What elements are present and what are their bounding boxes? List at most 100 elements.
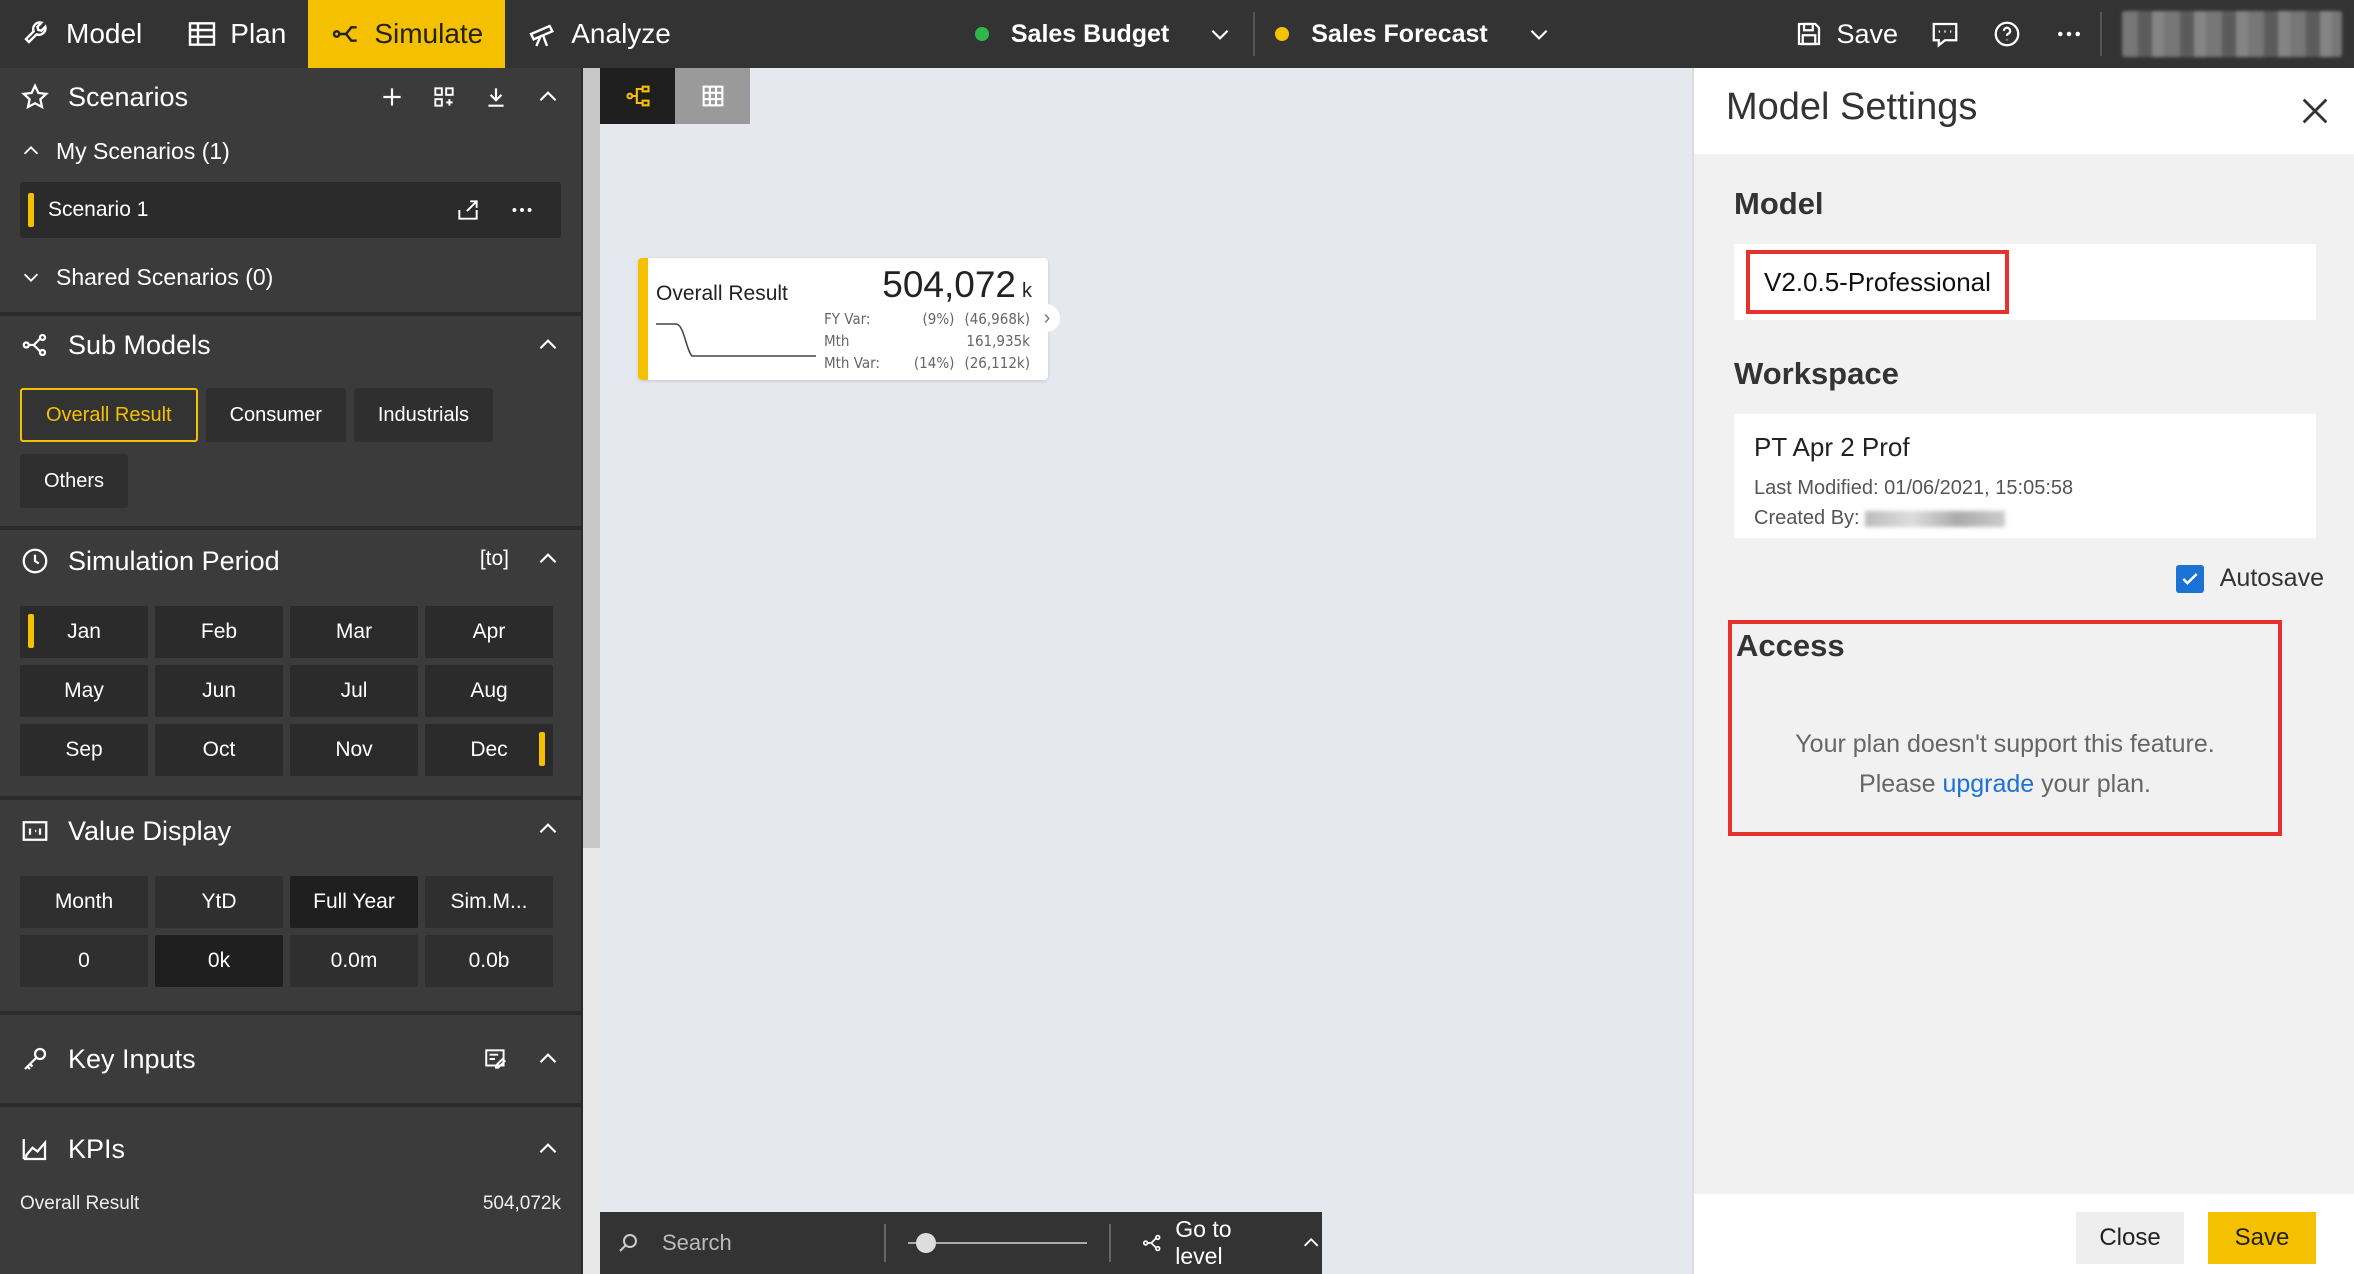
mode-month[interactable]: Month bbox=[20, 876, 148, 928]
chevron-up-icon[interactable] bbox=[535, 1046, 561, 1072]
month-cell[interactable]: Jul bbox=[290, 665, 418, 717]
kpi-node-card[interactable]: Overall Result 504,072 k FY Var: (9%) (46,9… bbox=[638, 258, 1060, 380]
period-end-marker[interactable] bbox=[539, 732, 545, 766]
compare-grid-icon[interactable] bbox=[431, 84, 457, 110]
submodels-header[interactable]: Sub Models bbox=[0, 316, 581, 374]
chevron-up-icon bbox=[1303, 1237, 1319, 1247]
mode-sim-month[interactable]: Sim.M... bbox=[425, 876, 553, 928]
search-icon bbox=[619, 1234, 637, 1252]
sidebar-scrollbar[interactable] bbox=[583, 68, 600, 848]
download-icon[interactable] bbox=[483, 84, 509, 110]
scenario-color-bar bbox=[28, 193, 34, 227]
left-sidebar: Scenarios My Scenarios (1) Scenario 1 Sh… bbox=[0, 68, 583, 1274]
stat-row: Mth Var: (14%) (26,112k) bbox=[824, 352, 1030, 374]
scenario-a-selector[interactable]: Sales Budget bbox=[955, 0, 1253, 68]
help-button[interactable] bbox=[1976, 19, 2038, 49]
stat-label: FY Var: bbox=[824, 310, 871, 328]
month-cell[interactable]: Apr bbox=[425, 606, 553, 658]
value-display-header[interactable]: Value Display bbox=[0, 800, 581, 862]
autosave-toggle[interactable]: Autosave bbox=[2175, 564, 2324, 593]
scenario-b-selector[interactable]: Sales Forecast bbox=[1255, 0, 1572, 68]
month-cell[interactable]: Jan bbox=[20, 606, 148, 658]
unit-millions[interactable]: 0.0m bbox=[290, 935, 418, 987]
month-cell[interactable]: Nov bbox=[290, 724, 418, 776]
kpi-row[interactable]: Overall Result 504,072k bbox=[0, 1191, 581, 1225]
kpis-header[interactable]: KPIs bbox=[0, 1107, 581, 1191]
sidebar-scrollbar-track bbox=[583, 848, 600, 1274]
month-cell[interactable]: Dec bbox=[425, 724, 553, 776]
unit-thousands[interactable]: 0k bbox=[155, 935, 283, 987]
submodel-chip-industrials[interactable]: Industrials bbox=[353, 388, 494, 442]
mode-ytd[interactable]: YtD bbox=[155, 876, 283, 928]
shared-scenarios-toggle[interactable]: Shared Scenarios (0) bbox=[0, 252, 581, 302]
simulation-period-header[interactable]: Simulation Period [to] bbox=[0, 530, 581, 592]
month-label: Nov bbox=[335, 738, 373, 761]
value-display-icon bbox=[22, 821, 48, 841]
submodel-chip-overall-result[interactable]: Overall Result bbox=[20, 388, 198, 442]
edit-list-icon[interactable] bbox=[483, 1046, 509, 1072]
month-cell[interactable]: Feb bbox=[155, 606, 283, 658]
period-start-marker[interactable] bbox=[28, 614, 34, 648]
chevron-up-icon[interactable] bbox=[535, 816, 561, 842]
model-canvas[interactable]: Overall Result 504,072 k FY Var: (9%) (46,9… bbox=[600, 68, 1692, 1274]
scenarios-title: Scenarios bbox=[68, 81, 189, 112]
tab-simulate[interactable]: Simulate bbox=[308, 0, 506, 68]
month-cell[interactable]: Oct bbox=[155, 724, 283, 776]
ellipsis-icon[interactable] bbox=[509, 197, 535, 223]
chevron-up-icon[interactable] bbox=[535, 84, 561, 110]
scenario-item[interactable]: Scenario 1 bbox=[20, 182, 561, 238]
tree-view-button[interactable] bbox=[600, 68, 675, 124]
close-button[interactable]: Close bbox=[2076, 1212, 2184, 1264]
month-cell[interactable]: Mar bbox=[290, 606, 418, 658]
grid-view-icon bbox=[702, 85, 723, 107]
chevron-up-icon[interactable] bbox=[535, 332, 561, 358]
scenarios-header[interactable]: Scenarios bbox=[0, 68, 581, 126]
go-to-level-button[interactable]: Go to level bbox=[1111, 1216, 1322, 1270]
month-grid: Jan Feb Mar Apr May Jun Jul Aug Sep Oct … bbox=[0, 592, 581, 782]
scenario-item-label: Scenario 1 bbox=[48, 198, 149, 221]
tab-model[interactable]: Model bbox=[0, 0, 164, 68]
key-inputs-header[interactable]: Key Inputs bbox=[0, 1015, 581, 1103]
zoom-slider-thumb[interactable] bbox=[915, 1233, 936, 1253]
month-cell[interactable]: May bbox=[20, 665, 148, 717]
mode-full-year[interactable]: Full Year bbox=[290, 876, 418, 928]
zoom-slider[interactable] bbox=[907, 1228, 1088, 1258]
view-toggle bbox=[600, 68, 750, 124]
autosave-checkbox[interactable] bbox=[2175, 564, 2204, 593]
hierarchy-icon bbox=[22, 333, 47, 357]
expand-node-button[interactable]: › bbox=[1034, 304, 1060, 332]
period-range-tag[interactable]: [to] bbox=[480, 547, 509, 571]
tab-analyze[interactable]: Analyze bbox=[505, 0, 693, 68]
close-icon[interactable] bbox=[2298, 94, 2332, 128]
plus-icon[interactable] bbox=[379, 84, 405, 110]
share-icon[interactable] bbox=[455, 197, 481, 223]
more-button[interactable] bbox=[2038, 19, 2100, 49]
grid-view-button[interactable] bbox=[675, 68, 750, 124]
month-cell[interactable]: Sep bbox=[20, 724, 148, 776]
unit-billions[interactable]: 0.0b bbox=[425, 935, 553, 987]
search-placeholder: Search bbox=[662, 1230, 732, 1255]
simulation-period-title: Simulation Period bbox=[68, 545, 280, 576]
month-cell[interactable]: Aug bbox=[425, 665, 553, 717]
comments-button[interactable] bbox=[1914, 19, 1976, 49]
canvas-search[interactable]: Search bbox=[600, 1230, 884, 1256]
save-button[interactable]: Save bbox=[1778, 19, 1914, 50]
unit-none[interactable]: 0 bbox=[20, 935, 148, 987]
shared-scenarios-label: Shared Scenarios (0) bbox=[56, 263, 274, 290]
redacted-user bbox=[1865, 510, 2006, 527]
panel-header: Model Settings bbox=[1694, 68, 2354, 154]
value-display-grid: Month YtD Full Year Sim.M... 0 0k 0.0m 0… bbox=[0, 862, 581, 993]
save-settings-button[interactable]: Save bbox=[2208, 1212, 2316, 1264]
user-menu[interactable] bbox=[2122, 11, 2342, 57]
month-cell[interactable]: Jun bbox=[155, 665, 283, 717]
submodel-chip-consumer[interactable]: Consumer bbox=[205, 388, 346, 442]
chevron-up-icon[interactable] bbox=[535, 546, 561, 572]
chevron-up-icon[interactable] bbox=[535, 1136, 561, 1162]
my-scenarios-toggle[interactable]: My Scenarios (1) bbox=[0, 126, 581, 176]
tab-plan[interactable]: Plan bbox=[164, 0, 308, 68]
submodel-chip-others[interactable]: Others bbox=[20, 454, 129, 508]
model-section-label: Model bbox=[1734, 186, 1824, 221]
stat-pct bbox=[850, 330, 967, 352]
upgrade-link[interactable]: upgrade bbox=[1942, 770, 2034, 798]
telescope-icon bbox=[529, 24, 555, 47]
